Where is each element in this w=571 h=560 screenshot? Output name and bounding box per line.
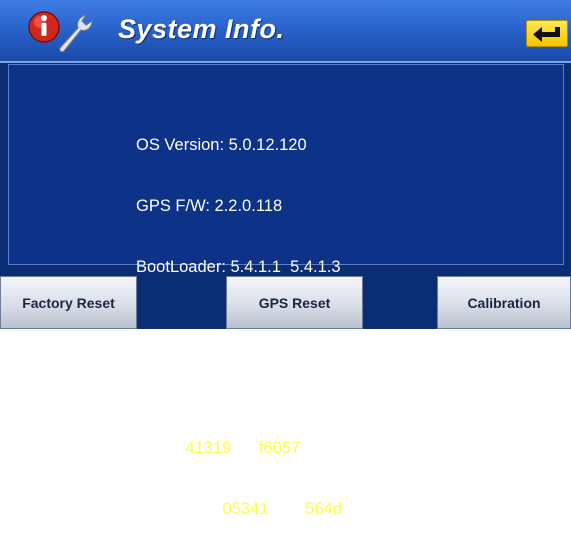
uuid-segment: 680: [195, 499, 223, 518]
uuid-segment: e31: [231, 439, 259, 458]
header-bar: System Info.: [0, 0, 571, 63]
uuid-segment: 401: [300, 439, 328, 458]
uuid-label: UUID:: [136, 439, 186, 458]
uuid-segment: 4e4e: [268, 499, 306, 518]
back-button[interactable]: [526, 20, 568, 47]
uuid-segment: 564d: [305, 499, 342, 518]
factory-reset-button[interactable]: Factory Reset: [0, 276, 137, 329]
navigation-version-text: Navigation: 4.1.11878: [136, 378, 296, 397]
info-panel: OS Version: 5.0.12.120 GPS F/W: 2.2.0.11…: [8, 64, 564, 518]
page-title: System Info.: [118, 14, 285, 44]
info-wrench-icon: [28, 11, 93, 53]
calibration-button[interactable]: Calibration: [437, 276, 571, 329]
gps-reset-button[interactable]: GPS Reset: [226, 276, 363, 329]
return-arrow-icon: [533, 27, 560, 42]
system-info-screen: System Info. OS Version: 5.0.12.120 GPS …: [0, 0, 571, 518]
uuid-segment: 41319: [185, 439, 232, 458]
uuid-line-2: 680053414e4e564d: [136, 499, 342, 519]
gps-firmware-text: GPS F/W: 2.2.0.118: [136, 197, 283, 215]
uuid-segment: 05341: [222, 499, 269, 518]
uuid-segment: 6057: [263, 439, 301, 458]
os-version-text: OS Version: 5.0.12.120: [136, 136, 307, 155]
uuid-line-1: UUID: 41319e31f6057401: [136, 438, 342, 458]
